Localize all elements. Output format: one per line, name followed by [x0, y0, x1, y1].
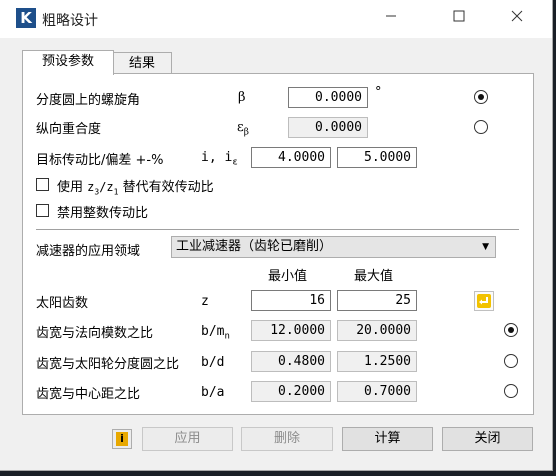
maximize-icon — [453, 10, 465, 22]
target-ratio-symbol: i, iε — [201, 150, 238, 168]
info-icon: i — [116, 432, 128, 446]
width-module-max-field: 20.0000 — [337, 320, 417, 341]
width-center-min-field: 0.2000 — [251, 381, 331, 402]
tab-preset-params[interactable]: 预设参数 — [22, 50, 114, 75]
app-logo-icon: K — [16, 8, 36, 28]
close-window-button[interactable] — [494, 0, 540, 38]
width-sun-min-field: 0.4800 — [251, 351, 331, 372]
width-center-label: 齿宽与中心距之比 — [36, 387, 141, 402]
application-selected-value: 工业减速器（齿轮已磨削） — [176, 239, 333, 254]
width-module-radio[interactable] — [504, 323, 518, 337]
width-center-max-field: 0.7000 — [337, 381, 417, 402]
window-title: 粗略设计 — [42, 13, 98, 29]
sun-teeth-symbol: z — [201, 294, 209, 309]
helix-angle-symbol: β — [238, 90, 246, 105]
use-z3-z1-label: 使用 z3/z1 替代有效传动比 — [57, 180, 214, 197]
overlap-ratio-label: 纵向重合度 — [36, 122, 102, 137]
ratio-min-input[interactable]: 4.0000 — [251, 147, 331, 168]
radio-selected-dot — [478, 94, 484, 100]
overlap-ratio-radio[interactable] — [474, 120, 488, 134]
section-divider — [36, 229, 519, 230]
dialog-window: K 粗略设计 预设参数 结果 分度圆上的螺旋角 β 0.0000 ° 纵向重合度… — [0, 0, 552, 470]
helix-angle-radio[interactable] — [474, 90, 488, 104]
degree-unit: ° — [375, 85, 382, 100]
width-center-radio[interactable] — [504, 384, 518, 398]
width-module-symbol: b/mn — [201, 324, 230, 342]
maximize-button[interactable] — [436, 0, 482, 38]
helix-angle-input[interactable]: 0.0000 — [288, 87, 368, 108]
apply-arrow-button[interactable] — [474, 291, 494, 311]
use-z3-z1-checkbox[interactable] — [36, 178, 49, 191]
chevron-down-icon: ▼ — [482, 242, 489, 252]
info-button[interactable]: i — [112, 429, 132, 449]
max-header: 最大值 — [354, 269, 394, 284]
width-sun-symbol: b/d — [201, 355, 225, 370]
application-select[interactable]: 工业减速器（齿轮已磨削） ▼ — [171, 236, 496, 258]
sun-teeth-max-input[interactable]: 25 — [337, 290, 417, 311]
application-label: 减速器的应用领域 — [36, 244, 141, 259]
width-center-symbol: b/a — [201, 385, 225, 400]
sun-teeth-label: 太阳齿数 — [36, 296, 89, 311]
integer-ratio-checkbox[interactable] — [36, 204, 49, 217]
close-button[interactable]: 关闭 — [442, 427, 533, 451]
ratio-max-input[interactable]: 5.0000 — [337, 147, 417, 168]
minimize-icon — [386, 15, 396, 17]
tab-results[interactable]: 结果 — [112, 52, 172, 75]
width-module-label: 齿宽与法向模数之比 — [36, 326, 154, 341]
return-arrow-icon — [477, 294, 491, 308]
minimize-button[interactable] — [368, 0, 414, 38]
sun-teeth-min-input[interactable]: 16 — [251, 290, 331, 311]
radio-selected-dot — [508, 327, 514, 333]
integer-ratio-label: 禁用整数传动比 — [57, 206, 149, 221]
width-sun-max-field: 1.2500 — [337, 351, 417, 372]
min-header: 最小值 — [268, 269, 308, 284]
apply-button[interactable]: 应用 — [142, 427, 233, 451]
delete-button[interactable]: 删除 — [241, 427, 333, 451]
width-sun-radio[interactable] — [504, 354, 518, 368]
close-icon — [511, 10, 523, 22]
width-module-min-field: 12.0000 — [251, 320, 331, 341]
target-ratio-label: 目标传动比/偏差 +-% — [36, 153, 164, 168]
calculate-button[interactable]: 计算 — [342, 427, 433, 451]
helix-angle-label: 分度圆上的螺旋角 — [36, 93, 141, 108]
width-sun-label: 齿宽与太阳轮分度圆之比 — [36, 357, 180, 372]
overlap-ratio-symbol: εβ — [237, 120, 249, 138]
overlap-ratio-field: 0.0000 — [288, 117, 368, 138]
title-bar: K 粗略设计 — [0, 0, 552, 38]
